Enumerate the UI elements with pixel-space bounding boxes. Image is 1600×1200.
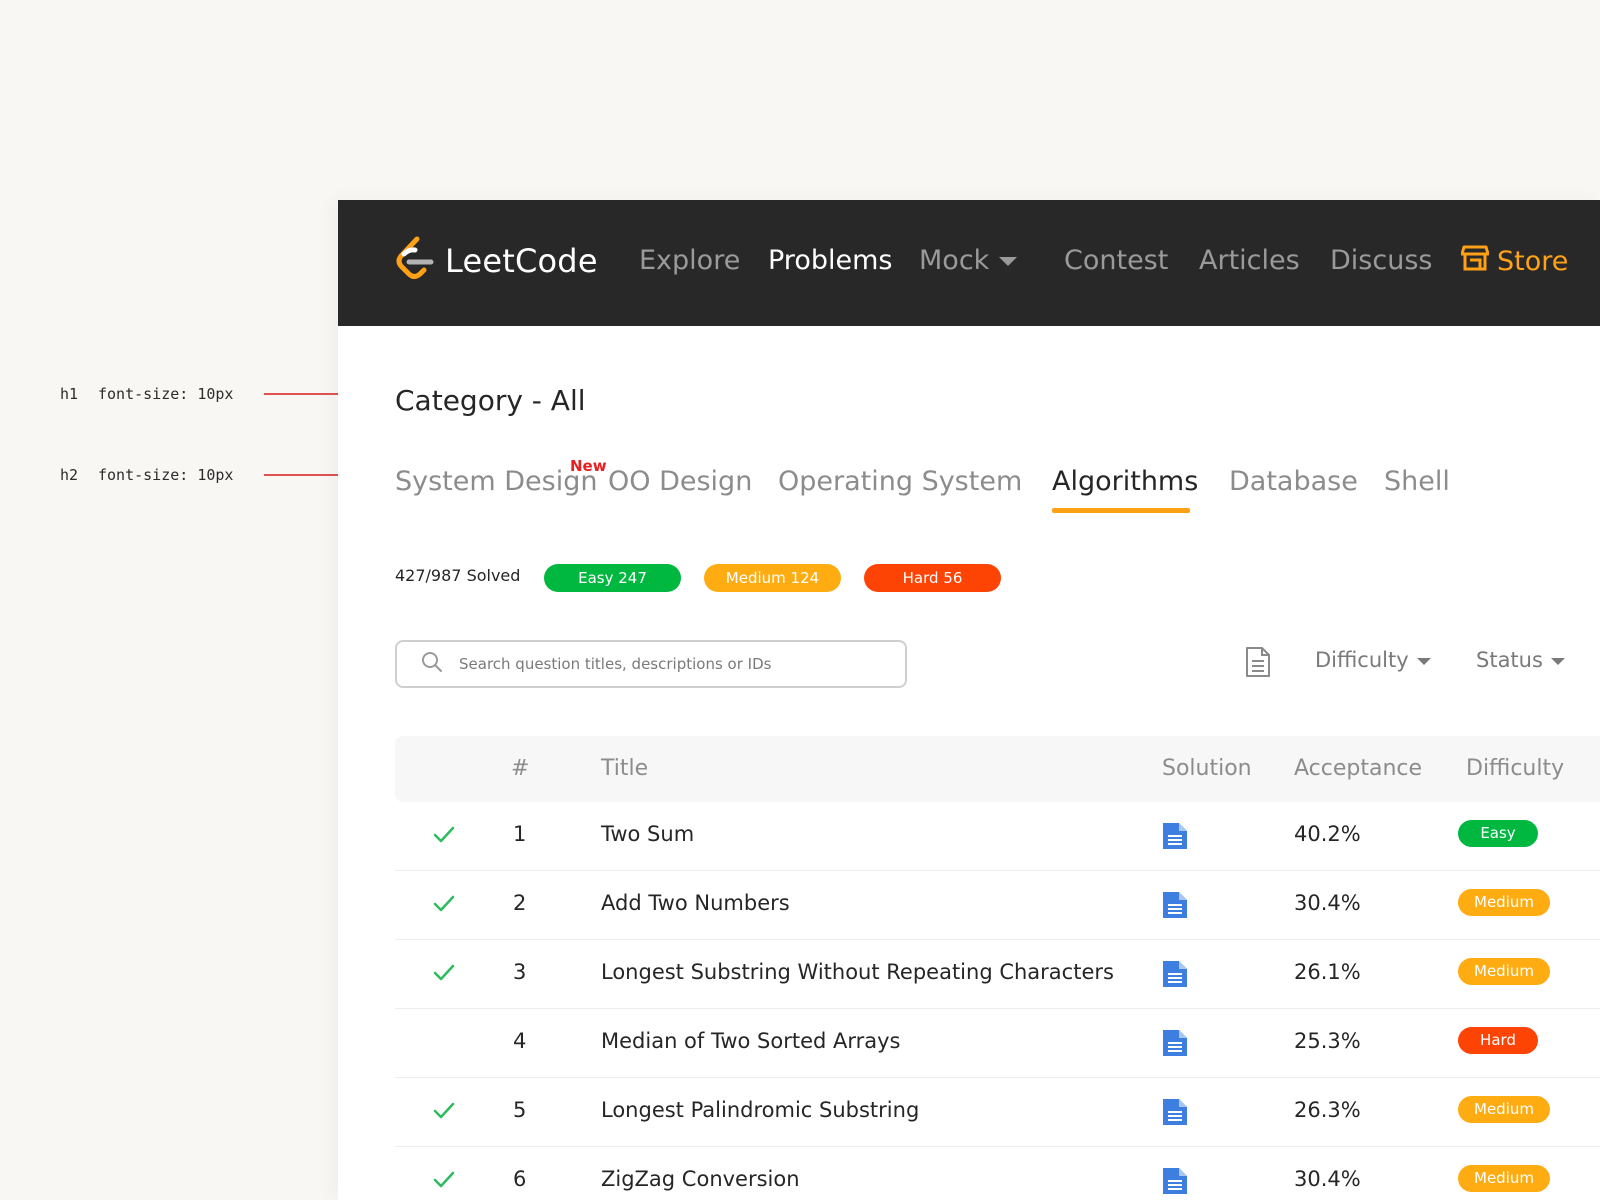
difficulty-filter[interactable]: Difficulty — [1315, 648, 1431, 672]
annotation-tag: h2 — [60, 466, 79, 484]
problems-table: # Title Solution Acceptance Difficulty 1… — [395, 736, 1600, 1200]
nav-problems[interactable]: Problems — [768, 245, 892, 276]
tab-operating-system[interactable]: Operating System — [778, 466, 1022, 497]
check-icon — [433, 826, 455, 848]
annotation-h1: h1 font-size: 10px — [60, 385, 388, 403]
search-icon — [421, 651, 443, 677]
tab-system-design[interactable]: System Design — [395, 466, 598, 497]
navbar: LeetCode Explore Problems Mock Contest A… — [338, 200, 1600, 326]
chevron-down-icon — [1416, 657, 1431, 665]
brand-logo[interactable]: LeetCode — [395, 236, 598, 286]
status-filter[interactable]: Status — [1476, 648, 1565, 672]
check-icon — [433, 964, 455, 986]
store-icon — [1460, 245, 1497, 278]
app-window: LeetCode Explore Problems Mock Contest A… — [338, 200, 1600, 1200]
medium-count-badge[interactable]: Medium 124 — [704, 564, 841, 592]
problem-title[interactable]: Median of Two Sorted Arrays — [601, 1029, 901, 1053]
difficulty-badge: Medium — [1458, 1096, 1550, 1123]
document-icon[interactable] — [1162, 960, 1188, 992]
chevron-down-icon — [999, 257, 1018, 266]
brand-name: LeetCode — [445, 242, 598, 280]
check-icon — [433, 895, 455, 917]
difficulty-filter-label: Difficulty — [1315, 648, 1409, 672]
document-icon[interactable] — [1162, 1167, 1188, 1199]
problem-title[interactable]: Add Two Numbers — [601, 891, 790, 915]
status-filter-label: Status — [1476, 648, 1543, 672]
header-solution[interactable]: Solution — [1162, 756, 1252, 781]
nav-store[interactable]: Store — [1460, 245, 1569, 278]
hard-count-badge[interactable]: Hard 56 — [864, 564, 1001, 592]
table-row[interactable]: 2 Add Two Numbers 30.4% Medium — [395, 871, 1600, 940]
table-header: # Title Solution Acceptance Difficulty — [395, 736, 1600, 802]
acceptance-rate: 30.4% — [1294, 891, 1361, 915]
table-row[interactable]: 4 Median of Two Sorted Arrays 25.3% Hard — [395, 1009, 1600, 1078]
annotation-h2: h2 font-size: 10px — [60, 466, 388, 484]
new-badge: New — [570, 457, 607, 475]
document-icon[interactable] — [1162, 891, 1188, 923]
annotation-text: font-size: 10px — [98, 385, 234, 403]
difficulty-badge: Hard — [1458, 1027, 1538, 1054]
problem-title[interactable]: Longest Substring Without Repeating Char… — [601, 960, 1114, 984]
nav-store-label: Store — [1497, 246, 1569, 277]
problem-id: 2 — [513, 891, 527, 915]
tab-shell[interactable]: Shell — [1384, 466, 1450, 497]
problem-id: 1 — [513, 822, 527, 846]
check-icon — [433, 1171, 455, 1193]
search-input[interactable] — [457, 654, 891, 674]
nav-contest[interactable]: Contest — [1064, 245, 1168, 276]
annotation-tag: h1 — [60, 385, 79, 403]
page-title: Category - All — [395, 384, 586, 417]
check-icon — [433, 1102, 455, 1124]
problem-title[interactable]: ZigZag Conversion — [601, 1167, 800, 1191]
active-tab-underline — [1052, 508, 1190, 513]
solved-summary: 427/987 Solved — [395, 566, 520, 585]
table-row[interactable]: 5 Longest Palindromic Substring 26.3% Mediu… — [395, 1078, 1600, 1147]
header-acceptance[interactable]: Acceptance — [1294, 756, 1422, 781]
solved-count: 427/987 — [395, 566, 462, 585]
acceptance-rate: 40.2% — [1294, 822, 1361, 846]
nav-discuss[interactable]: Discuss — [1330, 245, 1432, 276]
leetcode-logo-icon — [395, 236, 435, 286]
nav-articles[interactable]: Articles — [1199, 245, 1300, 276]
difficulty-badge: Medium — [1458, 889, 1550, 916]
table-body: 1 Two Sum 40.2% Easy 2 Add Two Numbers 30.4% Me… — [395, 802, 1600, 1200]
search-box[interactable] — [395, 640, 907, 688]
document-icon[interactable] — [1162, 1029, 1188, 1061]
difficulty-badge: Medium — [1458, 958, 1550, 985]
document-icon[interactable] — [1162, 822, 1188, 854]
acceptance-rate: 26.1% — [1294, 960, 1361, 984]
header-difficulty[interactable]: Difficulty — [1466, 756, 1564, 781]
table-row[interactable]: 6 ZigZag Conversion 30.4% Medium — [395, 1147, 1600, 1200]
problem-title[interactable]: Longest Palindromic Substring — [601, 1098, 919, 1122]
problem-id: 5 — [513, 1098, 527, 1122]
solved-label: Solved — [466, 566, 521, 585]
table-row[interactable]: 3 Longest Substring Without Repeating Cha… — [395, 940, 1600, 1009]
tab-algorithms[interactable]: Algorithms — [1052, 466, 1198, 497]
easy-count-badge[interactable]: Easy 247 — [544, 564, 681, 592]
nav-mock[interactable]: Mock — [919, 245, 1018, 276]
annotation-text: font-size: 10px — [98, 466, 234, 484]
acceptance-rate: 25.3% — [1294, 1029, 1361, 1053]
problem-id: 6 — [513, 1167, 527, 1191]
tab-oo-design[interactable]: OO Design — [608, 466, 752, 497]
problem-title[interactable]: Two Sum — [601, 822, 694, 846]
nav-mock-label: Mock — [919, 245, 990, 276]
document-icon[interactable] — [1245, 646, 1271, 682]
difficulty-badge: Easy — [1458, 820, 1538, 847]
nav-explore[interactable]: Explore — [639, 245, 740, 276]
table-row[interactable]: 1 Two Sum 40.2% Easy — [395, 802, 1600, 871]
tab-database[interactable]: Database — [1229, 466, 1358, 497]
problem-id: 4 — [513, 1029, 527, 1053]
header-title[interactable]: Title — [601, 756, 648, 781]
chevron-down-icon — [1550, 657, 1565, 665]
header-number[interactable]: # — [511, 756, 529, 781]
acceptance-rate: 30.4% — [1294, 1167, 1361, 1191]
difficulty-badge: Medium — [1458, 1165, 1550, 1192]
acceptance-rate: 26.3% — [1294, 1098, 1361, 1122]
document-icon[interactable] — [1162, 1098, 1188, 1130]
problem-id: 3 — [513, 960, 527, 984]
